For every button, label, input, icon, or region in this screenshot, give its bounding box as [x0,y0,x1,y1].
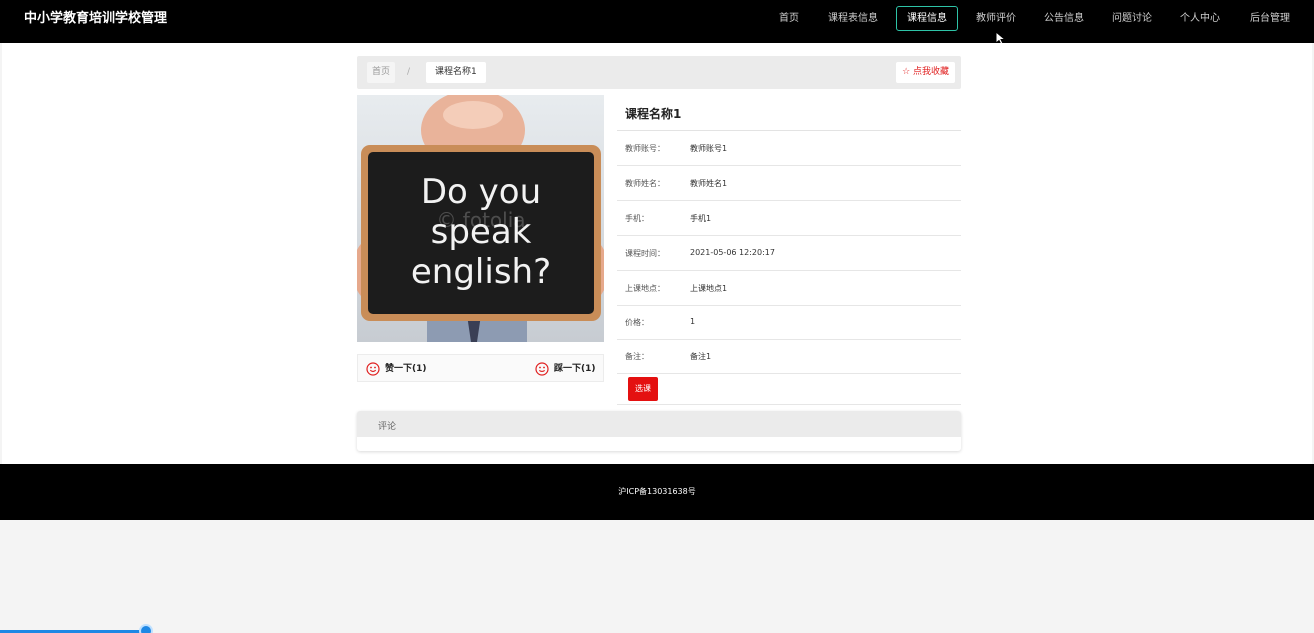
nav-course-info[interactable]: 课程信息 [896,6,958,31]
detail-row: 手机： 手机1 [617,201,961,236]
breadcrumb-separator: / [407,67,411,77]
dislike-label: 踩一下(1) [554,364,596,374]
nav-personal-center[interactable]: 个人中心 [1174,6,1226,31]
detail-row: 价格： 1 [617,305,961,340]
nav-announcements[interactable]: 公告信息 [1038,6,1090,31]
like-label: 赞一下(1) [385,364,427,374]
detail-value: 手机1 [690,214,712,223]
progress-handle[interactable] [139,624,153,633]
detail-key: 价格： [625,318,649,327]
detail-value: 教师姓名1 [690,179,728,188]
nav-teacher-review[interactable]: 教师评价 [970,6,1022,31]
detail-value: 备注1 [690,352,712,361]
top-nav-bar: 中小学教育培训学校管理 首页 课程表信息 课程信息 教师评价 公告信息 问题讨论… [0,0,1314,43]
comment-section: 评论 [357,411,961,451]
nav-admin[interactable]: 后台管理 [1244,6,1296,31]
course-title: 课程名称1 [625,107,682,121]
site-title: 中小学教育培训学校管理 [24,11,168,26]
favorite-button[interactable]: ☆ 点我收藏 [896,62,955,83]
breadcrumb: 首页 / 课程名称1 ☆ 点我收藏 [357,56,961,89]
detail-row: 上课地点： 上课地点1 [617,271,961,306]
detail-value: 2021-05-06 12:20:17 [690,248,775,257]
detail-key: 备注： [625,352,649,361]
detail-key: 教师账号： [625,144,665,153]
nav-discussion[interactable]: 问题讨论 [1106,6,1158,31]
detail-value: 教师账号1 [690,144,728,153]
image-line-3: english? [411,252,551,292]
frown-icon [535,362,549,376]
detail-row: 备注： 备注1 [617,339,961,374]
breadcrumb-home[interactable]: 首页 [367,62,396,83]
icp-license: 沪ICP备13031638号 [618,487,696,496]
detail-row: 课程时间： 2021-05-06 12:20:17 [617,236,961,271]
footer: 沪ICP备13031638号 [0,464,1314,520]
detail-value: 上课地点1 [690,284,728,293]
nav-home[interactable]: 首页 [769,6,809,31]
breadcrumb-current: 课程名称1 [426,62,486,83]
detail-key: 手机： [625,214,649,223]
smile-icon [366,362,380,376]
divider [617,404,961,405]
image-watermark: © fotolia [436,208,525,232]
nav-schedule[interactable]: 课程表信息 [825,6,881,31]
comment-title: 评论 [378,422,397,432]
detail-key: 课程时间： [625,249,665,258]
detail-value: 1 [690,317,696,326]
comment-header: 评论 [357,411,961,437]
detail-row: 教师账号： 教师账号1 [617,131,961,166]
detail-key: 教师姓名： [625,179,665,188]
course-image: Do you speak english? © fotolia [357,95,604,342]
detail-row: 教师姓名： 教师姓名1 [617,166,961,201]
vote-bar: 赞一下(1) 踩一下(1) [357,354,604,382]
image-line-1: Do you [421,172,541,212]
select-course-button[interactable]: 选课 [628,377,658,401]
detail-key: 上课地点： [625,284,665,293]
